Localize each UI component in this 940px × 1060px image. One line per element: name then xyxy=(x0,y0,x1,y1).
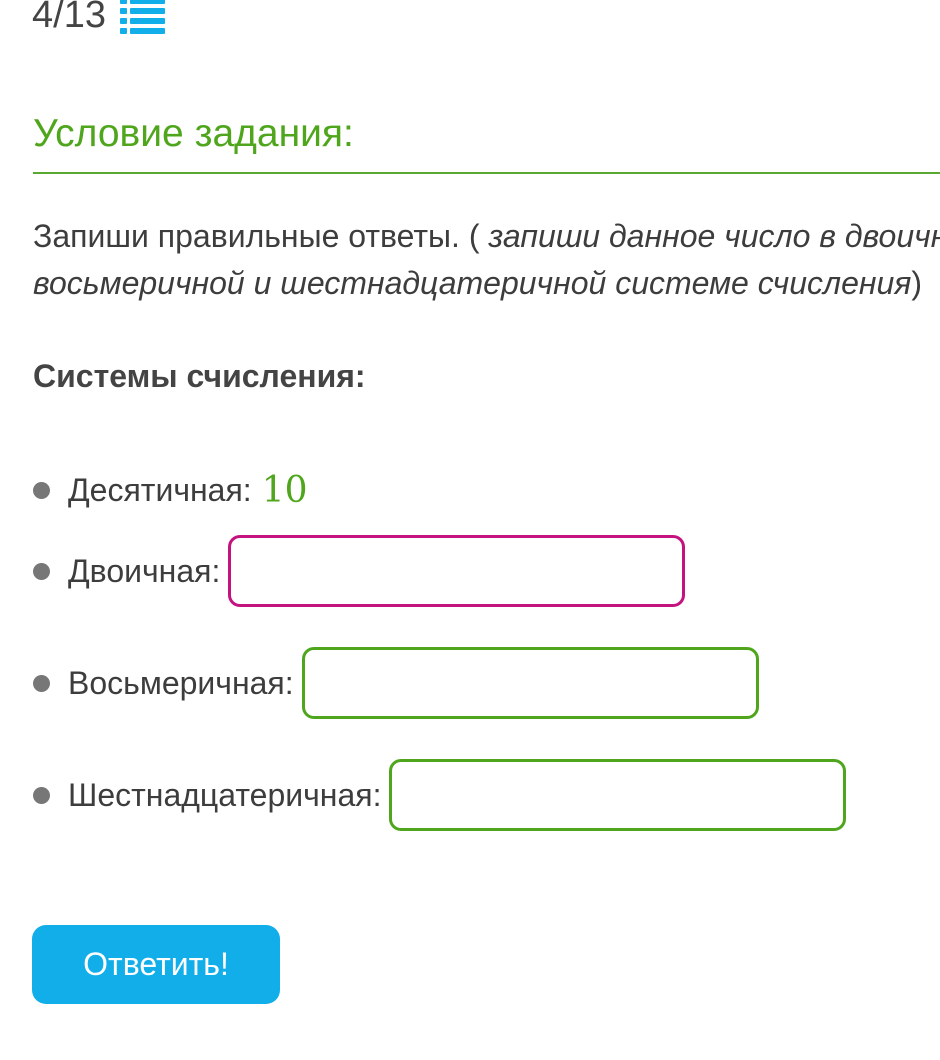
hex-row: Шестнадцатеричная: xyxy=(33,759,847,831)
instructions-italic-line1: запиши данное число в двоично xyxy=(488,218,940,254)
instructions-italic-line2: восьмеричной и шестнадцатеричной системе… xyxy=(33,265,912,301)
bullet-icon xyxy=(33,674,50,692)
binary-answer-input[interactable] xyxy=(228,535,686,607)
decimal-row: Десятичная: 10 xyxy=(33,470,308,511)
systems-heading: Системы счисления: xyxy=(33,358,366,394)
binary-label: Двоичная: xyxy=(68,552,221,589)
instructions-prefix: Запиши правильные ответы. ( xyxy=(33,218,489,254)
octal-answer-input[interactable] xyxy=(301,647,759,719)
question-counter: 4/13 xyxy=(32,0,166,37)
decimal-value: 10 xyxy=(261,470,308,511)
submit-answer-button[interactable]: Ответить! xyxy=(32,925,280,1004)
bullet-icon xyxy=(33,786,50,804)
octal-row: Восьмеричная: xyxy=(33,647,759,719)
title-divider xyxy=(33,172,940,174)
condition-title: Условие задания: xyxy=(33,112,354,155)
hex-answer-input[interactable] xyxy=(389,759,847,831)
bullet-icon xyxy=(33,562,50,580)
question-counter-text: 4/13 xyxy=(32,0,106,36)
bullet-icon xyxy=(33,482,50,499)
task-instructions: Запиши правильные ответы. ( запиши данно… xyxy=(33,213,940,307)
instructions-suffix: ) xyxy=(911,265,923,301)
hex-label: Шестнадцатеричная: xyxy=(68,776,382,813)
decimal-label: Десятичная: xyxy=(68,472,252,508)
list-icon[interactable] xyxy=(119,0,166,36)
binary-row: Двоичная: xyxy=(33,535,686,607)
octal-label: Восьмеричная: xyxy=(68,664,294,701)
